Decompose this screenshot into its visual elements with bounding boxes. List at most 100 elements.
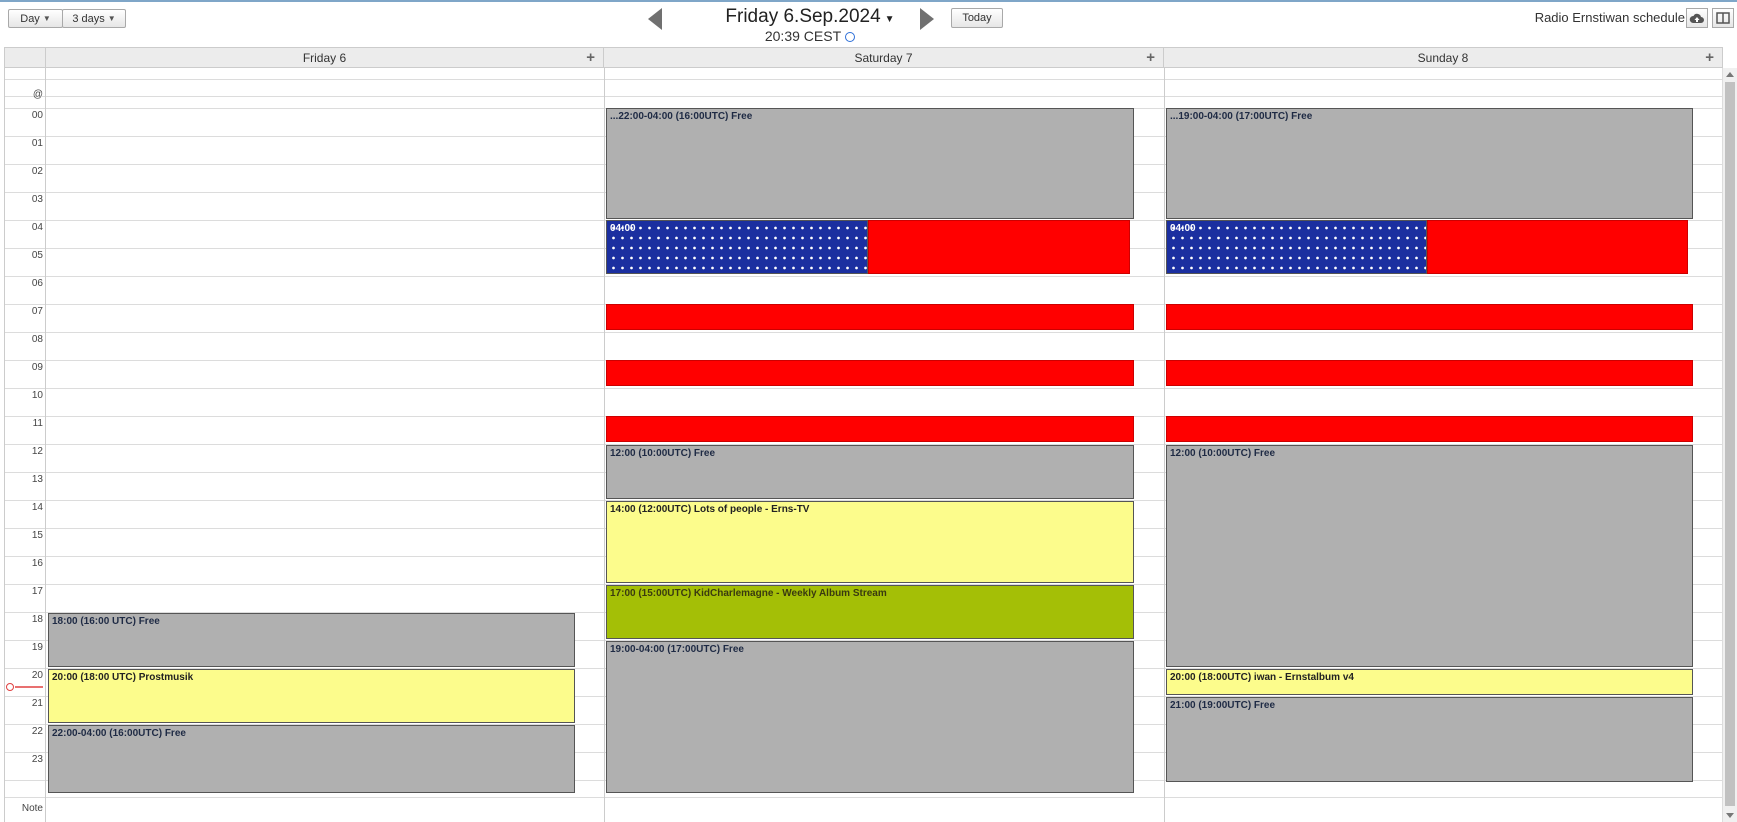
event-label: ...19:00-04:00 (17:00UTC) Free [1170, 111, 1313, 122]
event-label: 17:00 (15:00UTC) KidCharlemagne - Weekly… [610, 588, 887, 599]
grid-line [5, 388, 1723, 389]
add-event-icon[interactable]: + [1705, 48, 1714, 68]
current-time-indicator [5, 679, 45, 697]
calendar-grid: @ 00 01 02 03 04 05 06 07 08 09 10 11 12 13 14 15 16 17 18… [4, 68, 1723, 822]
day-header-friday: Friday 6 + [45, 47, 604, 68]
event-free[interactable]: ...22:00-04:00 (16:00UTC) Free [606, 108, 1134, 219]
next-arrow-icon[interactable] [920, 8, 934, 30]
hour-label: 01 [31, 138, 43, 149]
clock-icon [845, 32, 856, 42]
event-free[interactable]: 22:00-04:00 (16:00UTC) Free [48, 725, 575, 793]
today-label: Today [962, 12, 992, 24]
today-button[interactable]: Today [951, 8, 1003, 28]
previous-arrow-icon[interactable] [648, 8, 662, 30]
event-blocked[interactable] [606, 304, 1134, 330]
event-live[interactable]: 17:00 (15:00UTC) KidCharlemagne - Weekly… [606, 585, 1134, 639]
corner-header [4, 47, 46, 68]
hour-label: 15 [31, 530, 43, 541]
clock-marker-icon [6, 683, 43, 691]
hour-label: 11 [32, 418, 43, 429]
hour-label: 06 [31, 278, 43, 289]
hour-label: 22 [31, 726, 43, 737]
cloud-upload-icon [1689, 13, 1704, 23]
event-flag-red[interactable] [1427, 220, 1688, 274]
event-free[interactable]: 12:00 (10:00UTC) Free [606, 445, 1134, 499]
hour-label: 19 [31, 642, 43, 653]
chevron-down-icon: ▼ [884, 14, 895, 25]
columns-icon [1716, 12, 1730, 24]
event-free[interactable]: 12:00 (10:00UTC) Free [1166, 445, 1693, 667]
event-label: 04:00 [1170, 223, 1196, 234]
hour-label: 16 [31, 558, 43, 569]
add-event-icon[interactable]: + [1146, 48, 1155, 68]
grid-line [5, 276, 1723, 277]
hour-label: 08 [31, 334, 43, 345]
event-flag-red[interactable] [868, 220, 1130, 274]
event-flag-stars[interactable]: 04:00 [606, 220, 868, 274]
column-divider [1164, 68, 1165, 822]
event-free[interactable]: 18:00 (16:00 UTC) Free [48, 613, 575, 667]
view-day-label: Day [20, 12, 40, 25]
hour-label: 09 [31, 362, 43, 373]
event-blocked[interactable] [606, 416, 1134, 442]
cloud-upload-button[interactable] [1686, 8, 1708, 28]
scrollbar-thumb[interactable] [1725, 82, 1735, 806]
hour-label: 03 [31, 194, 43, 205]
event-free[interactable]: ...19:00-04:00 (17:00UTC) Free [1166, 108, 1693, 219]
event-label: 12:00 (10:00UTC) Free [610, 448, 716, 459]
event-label: 19:00-04:00 (17:00UTC) Free [610, 644, 744, 655]
hour-label: 13 [31, 474, 43, 485]
event-show[interactable]: 20:00 (18:00 UTC) Prostmusik [48, 669, 575, 723]
grid-line [5, 332, 1723, 333]
current-time-text: 20:39 CEST [764, 28, 842, 44]
view-day-button[interactable]: Day ▼ [8, 9, 63, 28]
column-divider [45, 68, 46, 822]
hour-label: 07 [31, 306, 43, 317]
hour-label: 23 [31, 754, 43, 765]
event-blocked[interactable] [1166, 416, 1693, 442]
scroll-up-icon[interactable] [1726, 72, 1734, 77]
event-show[interactable]: 14:00 (12:00UTC) Lots of people - Erns-T… [606, 501, 1134, 583]
note-row-label: Note [21, 803, 43, 814]
event-label: ...22:00-04:00 (16:00UTC) Free [610, 111, 753, 122]
hour-label: 02 [31, 166, 43, 177]
event-free[interactable]: 19:00-04:00 (17:00UTC) Free [606, 641, 1134, 793]
hour-label: 12 [31, 446, 43, 457]
hour-label: 21 [31, 698, 43, 709]
hour-label: 17 [31, 586, 43, 597]
event-label: 22:00-04:00 (16:00UTC) Free [52, 728, 186, 739]
date-title-dropdown[interactable]: Friday 6.Sep.2024 ▼ [700, 6, 920, 28]
day-label: Friday 6 [302, 51, 347, 65]
event-label: 14:00 (12:00UTC) Lots of people - Erns-T… [610, 504, 810, 515]
event-blocked[interactable] [1166, 304, 1693, 330]
current-time: 20:39 CEST [700, 28, 920, 44]
event-blocked[interactable] [1166, 360, 1693, 386]
hour-label: 18 [31, 614, 43, 625]
day-label: Sunday 8 [1417, 51, 1469, 65]
hour-label: 05 [31, 250, 43, 261]
view-3days-label: 3 days [72, 12, 105, 25]
schedule-name: Radio Ernstiwan schedule [1534, 10, 1685, 25]
hour-label: 00 [31, 110, 43, 121]
add-event-icon[interactable]: + [586, 48, 595, 68]
day-header-saturday: Saturday 7 + [603, 47, 1164, 68]
grid-line [5, 96, 1723, 97]
event-free[interactable]: 21:00 (19:00UTC) Free [1166, 697, 1693, 782]
hour-label: 10 [31, 390, 43, 401]
event-flag-stars[interactable]: 04:00 [1166, 220, 1427, 274]
allday-row-label: @ [32, 89, 43, 100]
chevron-down-icon: ▼ [107, 14, 116, 23]
split-view-button[interactable] [1712, 8, 1734, 28]
event-blocked[interactable] [606, 360, 1134, 386]
hour-label: 04 [31, 222, 43, 233]
view-3days-button[interactable]: 3 days ▼ [62, 9, 126, 28]
event-label: 21:00 (19:00UTC) Free [1170, 700, 1276, 711]
scroll-down-icon[interactable] [1726, 813, 1734, 818]
day-header-sunday: Sunday 8 + [1163, 47, 1723, 68]
event-show[interactable]: 20:00 (18:00UTC) iwan - Ernstalbum v4 [1166, 669, 1693, 695]
vertical-scrollbar[interactable] [1722, 68, 1737, 822]
top-border [0, 0, 1737, 2]
date-title: Friday 6.Sep.2024 [725, 6, 881, 27]
event-label: 12:00 (10:00UTC) Free [1170, 448, 1276, 459]
grid-line [5, 797, 1723, 798]
